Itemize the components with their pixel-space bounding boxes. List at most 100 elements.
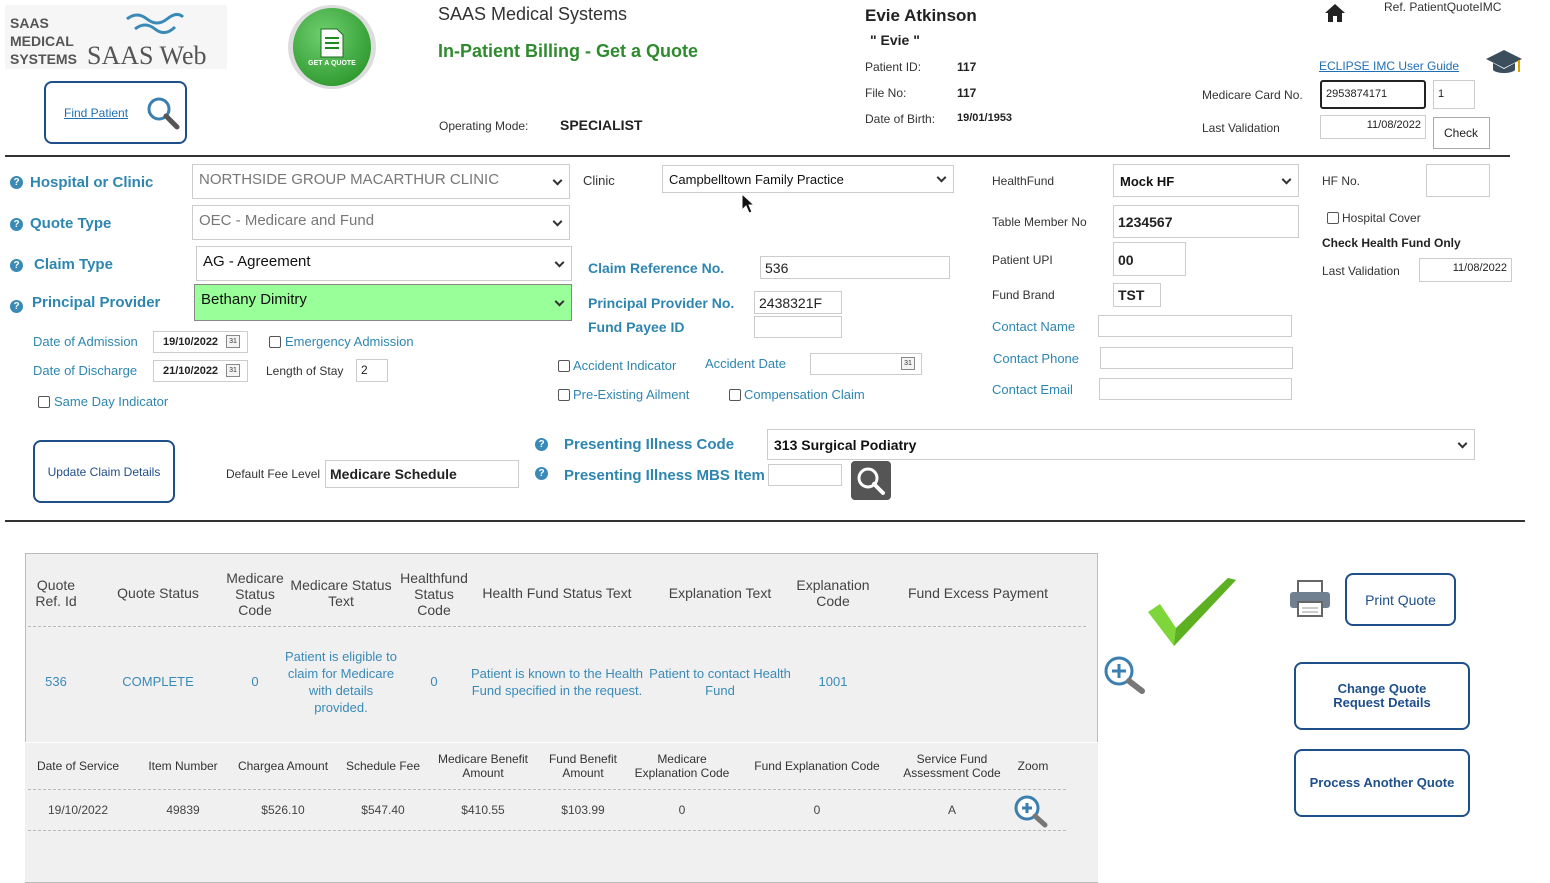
page-ref: Ref. PatientQuoteIMC — [1384, 0, 1502, 14]
claim-ref-input[interactable]: 536 — [760, 256, 950, 279]
col-header-quote-status: Quote Status — [117, 585, 199, 601]
item-number-cell: 49839 — [166, 803, 200, 817]
operating-mode-value: SPECIALIST — [560, 117, 643, 133]
clinic-value: Campbelltown Family Practice — [669, 172, 844, 187]
fund-brand-label: Fund Brand — [992, 288, 1055, 302]
help-icon-hospital[interactable]: ? — [10, 176, 23, 189]
contact-email-label: Contact Email — [992, 382, 1073, 397]
user-guide-link[interactable]: ECLIPSE IMC User Guide — [1319, 59, 1459, 73]
col-header-charge-amount: Chargea Amount — [237, 759, 329, 773]
process-another-quote-button[interactable]: Process Another Quote — [1294, 749, 1470, 817]
accident-indicator-checkbox[interactable] — [558, 360, 570, 372]
fund-brand-input[interactable]: TST — [1113, 283, 1161, 307]
principal-provider-no-input[interactable]: 2438321F — [754, 291, 842, 314]
col-header-schedule-fee: Schedule Fee — [345, 759, 421, 773]
patient-id-label: Patient ID: — [865, 60, 922, 74]
col-header-medicare-benefit: Medicare Benefit Amount — [437, 752, 529, 780]
hf-no-label: HF No. — [1322, 174, 1361, 188]
medicare-benefit-cell: $410.55 — [461, 803, 505, 817]
medicare-card-label: Medicare Card No. — [1202, 88, 1303, 102]
fund-payee-input[interactable] — [754, 316, 842, 338]
printer-icon[interactable] — [1288, 580, 1332, 618]
fund-payee-label: Fund Payee ID — [588, 319, 685, 335]
compensation-claim-label: Compensation Claim — [744, 387, 865, 402]
logo-text-saas: SAAS — [10, 15, 49, 31]
contact-name-label: Contact Name — [992, 319, 1076, 334]
fund-last-validation-label: Last Validation — [1322, 264, 1400, 278]
medicare-check-button[interactable]: Check — [1433, 117, 1490, 149]
home-icon[interactable] — [1324, 2, 1346, 24]
patient-upi-input[interactable]: 00 — [1113, 242, 1186, 276]
illness-code-label: Presenting Illness Code — [564, 436, 735, 453]
change-quote-request-button[interactable]: Change Quote Request Details — [1294, 662, 1470, 730]
calendar-icon[interactable]: 31 — [901, 357, 915, 370]
help-icon-principal-provider[interactable]: ? — [10, 300, 23, 313]
emergency-admission-label: Emergency Admission — [285, 334, 414, 349]
default-fee-input[interactable]: Medicare Schedule — [325, 460, 519, 488]
clinic-select[interactable]: Campbelltown Family Practice — [662, 165, 954, 193]
col-header-explanation-text: Explanation Text — [668, 585, 772, 601]
update-claim-button[interactable]: Update Claim Details — [33, 440, 175, 503]
table-member-input[interactable]: 1234567 — [1113, 205, 1299, 238]
illness-code-select[interactable]: 313 Surgical Podiatry — [767, 429, 1475, 460]
help-icon-illness-code[interactable]: ? — [535, 438, 548, 451]
healthfund-label: HealthFund — [992, 174, 1055, 188]
pre-existing-checkbox[interactable] — [558, 389, 570, 401]
col-header-zoom: Zoom — [1017, 759, 1049, 773]
medicare-irn-input[interactable]: 1 — [1433, 80, 1475, 109]
document-icon — [320, 28, 344, 57]
principal-provider-select[interactable]: Bethany Dimitry — [194, 284, 572, 321]
explanation-code-cell: 1001 — [818, 674, 848, 689]
illness-mbs-input[interactable] — [768, 464, 842, 486]
zoom-in-icon[interactable] — [1103, 655, 1147, 695]
medicare-status-code-cell: 0 — [251, 674, 259, 689]
find-patient-button[interactable]: Find Patient — [44, 81, 187, 144]
clinic-label: Clinic — [583, 173, 615, 188]
header-divider — [5, 155, 1510, 157]
zoom-in-icon[interactable] — [1013, 794, 1049, 828]
healthfund-select[interactable]: Mock HF — [1113, 164, 1299, 197]
file-no-label: File No: — [865, 86, 907, 100]
principal-provider-value: Bethany Dimitry — [201, 291, 307, 308]
illness-mbs-search-button[interactable] — [851, 461, 891, 500]
contact-email-input[interactable] — [1099, 378, 1292, 400]
hospital-cover-checkbox[interactable] — [1327, 212, 1339, 224]
quote-ref-cell[interactable]: 536 — [30, 674, 82, 689]
claim-type-select[interactable]: AG - Agreement — [196, 246, 572, 281]
claim-ref-label: Claim Reference No. — [588, 260, 725, 276]
mouse-cursor-icon — [741, 193, 755, 214]
chevron-down-icon — [1281, 174, 1292, 185]
calendar-icon[interactable]: 31 — [226, 364, 240, 377]
help-icon-illness-mbs[interactable]: ? — [535, 467, 548, 480]
accident-indicator-label: Accident Indicator — [573, 358, 677, 373]
length-of-stay-label: Length of Stay — [266, 364, 344, 378]
accident-date-label: Accident Date — [705, 356, 786, 371]
chevron-down-icon — [554, 296, 565, 307]
length-of-stay-input[interactable]: 2 — [356, 359, 388, 382]
find-patient-link[interactable]: Find Patient — [64, 106, 128, 120]
quote-type-select[interactable]: OEC - Medicare and Fund — [192, 205, 570, 240]
help-icon-quote-type[interactable]: ? — [10, 218, 23, 231]
contact-name-input[interactable] — [1098, 315, 1292, 337]
check-health-fund-only[interactable]: Check Health Fund Only — [1322, 236, 1461, 250]
hf-no-input[interactable] — [1426, 164, 1490, 197]
compensation-claim-checkbox[interactable] — [729, 389, 741, 401]
medicare-card-input[interactable]: 2953874171 — [1320, 80, 1426, 109]
schedule-fee-cell: $547.40 — [361, 803, 405, 817]
emergency-admission-checkbox[interactable] — [269, 336, 281, 348]
claim-type-label: Claim Type — [34, 256, 113, 273]
wave-icon — [126, 12, 185, 34]
print-quote-button[interactable]: Print Quote — [1345, 573, 1456, 626]
help-icon-claim-type[interactable]: ? — [10, 259, 23, 272]
explanation-text-cell: Patient to contact Health Fund — [649, 666, 791, 698]
dob-value: 19/01/1953 — [957, 112, 1013, 124]
graduation-cap-icon[interactable] — [1484, 46, 1524, 78]
same-day-checkbox[interactable] — [38, 396, 50, 408]
hospital-select[interactable]: NORTHSIDE GROUP MACARTHUR CLINIC — [192, 164, 570, 199]
contact-phone-input[interactable] — [1100, 347, 1293, 369]
quote-status-cell: COMPLETE — [122, 674, 194, 689]
col-header-health-fund-status-text: Health Fund Status Text — [482, 585, 632, 601]
chevron-down-icon — [1457, 438, 1468, 449]
calendar-icon[interactable]: 31 — [226, 335, 240, 348]
patient-name: Evie Atkinson — [865, 6, 977, 25]
